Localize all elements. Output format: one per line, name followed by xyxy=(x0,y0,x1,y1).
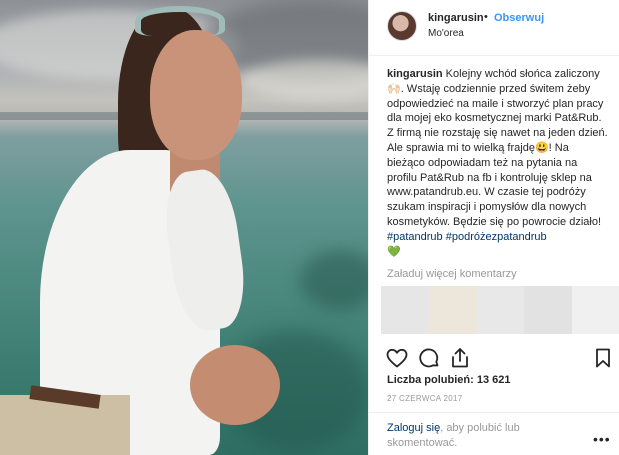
heart-icon[interactable] xyxy=(385,346,409,370)
caption-username[interactable]: kingarusin xyxy=(387,68,443,80)
more-icon[interactable]: ••• xyxy=(593,431,611,447)
likes-count[interactable]: Liczba polubień: 13 621 xyxy=(387,374,510,386)
post-side-panel: kingarusin • Obserwuj Mo'orea kingarusin… xyxy=(368,0,619,455)
comment-icon[interactable] xyxy=(417,346,441,370)
post-caption: kingarusin Kolejny wchód słońca zaliczon… xyxy=(387,67,609,259)
photo-headband xyxy=(135,6,225,36)
caption-emoji: 💚 xyxy=(387,245,401,258)
location-link[interactable]: Mo'orea xyxy=(428,28,464,39)
photo-knee xyxy=(190,345,280,425)
post-header: kingarusin • Obserwuj Mo'orea xyxy=(369,0,619,56)
photo-face xyxy=(150,30,242,160)
post-photo[interactable] xyxy=(0,0,368,455)
photo-reef xyxy=(300,250,368,310)
share-icon[interactable] xyxy=(448,346,472,370)
post-date[interactable]: 27 CZERWCA 2017 xyxy=(387,394,463,403)
login-text: Zaloguj się, aby polubić lub skomentować… xyxy=(387,421,567,451)
hashtag-link[interactable]: #patandrub xyxy=(387,231,443,243)
photo-cloud xyxy=(240,60,368,100)
login-link[interactable]: Zaloguj się xyxy=(387,422,440,434)
caption-text: Kolejny wchód słońca zaliczony🙌🏻. Wstaję… xyxy=(387,68,608,228)
hashtag-link[interactable]: #podróżezpatandrub xyxy=(446,231,547,243)
avatar[interactable] xyxy=(387,11,417,41)
load-more-comments-button[interactable]: Załaduj więcej komentarzy xyxy=(387,268,517,280)
bookmark-icon[interactable] xyxy=(591,346,615,370)
blurred-comments-area xyxy=(381,286,619,334)
separator-dot: • xyxy=(484,11,488,23)
action-bar xyxy=(369,344,619,372)
follow-button[interactable]: Obserwuj xyxy=(494,12,544,24)
header-username[interactable]: kingarusin xyxy=(428,12,484,24)
login-prompt: Zaloguj się, aby polubić lub skomentować… xyxy=(369,412,619,455)
